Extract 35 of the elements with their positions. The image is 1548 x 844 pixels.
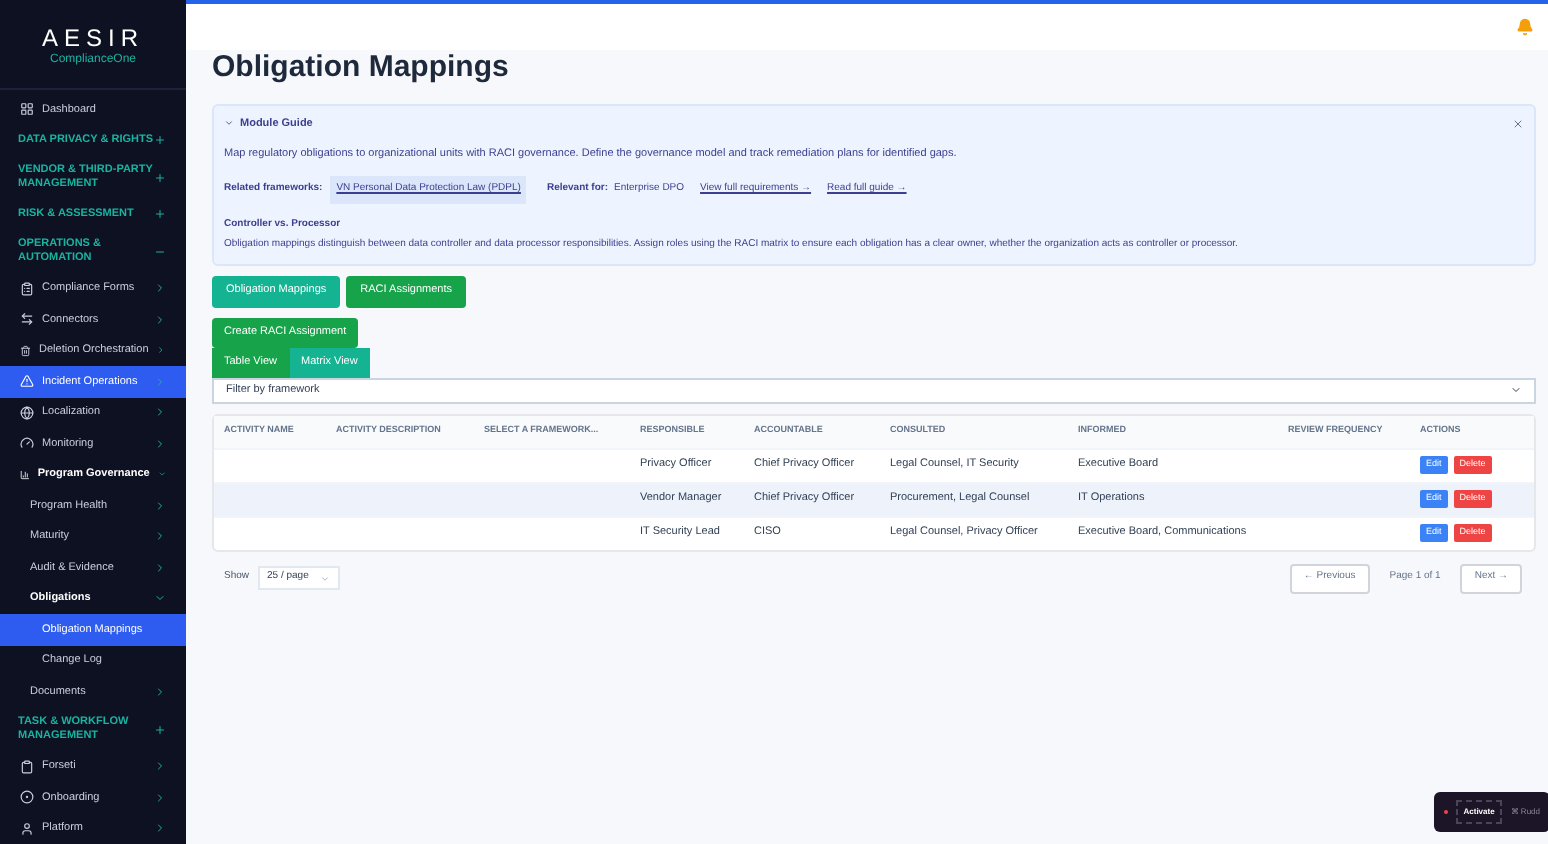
menu-icon [20,312,34,327]
close-icon[interactable] [1512,117,1524,130]
chevron-right-icon [154,530,166,543]
chevron-right-icon [154,282,166,295]
chevron-right-icon [154,313,166,326]
chevron-right-icon [154,499,166,512]
chevron-right-icon [154,561,166,574]
menu-icon [20,436,34,451]
menu-icon [20,405,34,420]
expand-icon[interactable] [154,723,166,735]
caret-icon [224,118,234,129]
chevron-right-icon [154,791,166,804]
menu-icon [20,759,34,774]
menu-icon [20,343,32,358]
menu-icon [20,790,34,805]
menu-icon [20,281,34,296]
chevron-right-icon [154,822,166,835]
dropdown-icon [1510,384,1522,396]
chevron-right-icon [154,375,166,388]
menu-icon [20,821,34,836]
menu-icon [20,102,34,117]
expand-icon[interactable] [154,171,166,183]
logo-name: AESIR [41,26,144,52]
expand-icon[interactable] [154,208,166,220]
page-title: Obligation Mappings [212,48,511,88]
collapse-icon[interactable] [154,245,166,257]
menu-icon [20,467,30,482]
chevron-right-icon [156,344,166,357]
dropdown-icon [320,573,331,583]
chevron-right-icon [154,685,166,698]
chevron-right-icon [154,406,166,419]
expand-icon[interactable] [154,134,166,146]
chevron-right-icon [154,760,166,773]
chevron-right-icon [154,437,166,450]
menu-icon [20,374,34,389]
